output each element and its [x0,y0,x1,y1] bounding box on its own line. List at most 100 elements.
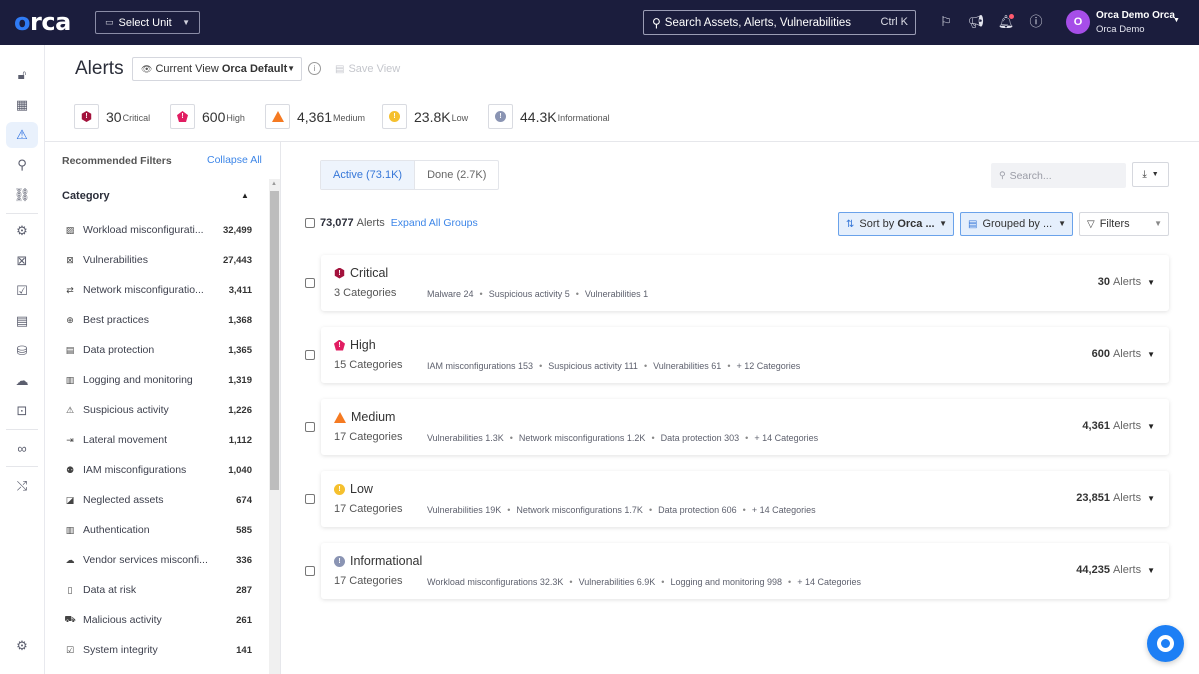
avatar[interactable]: O [1066,10,1090,34]
severity-informational-summary[interactable]: ! 44.3K Informational [488,104,610,129]
group-card[interactable]: Medium 17 Categories Vulnerabilities 1.3… [321,399,1169,455]
nav-reports-icon[interactable]: ▤ [6,308,38,334]
group-checkbox[interactable] [305,278,315,288]
chat-assistant-button[interactable] [1147,625,1184,662]
filter-item[interactable]: ⊕ Best practices 1,368 [64,311,252,329]
severity-medium-summary[interactable]: 4,361 Medium [265,104,365,129]
megaphone-icon[interactable]: 📢︎ [967,13,985,31]
nav-cloud-icon[interactable]: ☁ [6,368,38,394]
group-alert-count[interactable]: 30 Alerts ▼ [1098,276,1155,288]
expand-chevron-icon[interactable]: ▼ [1147,350,1155,359]
low-icon: ! [389,111,400,122]
nav-dashboard-icon[interactable]: ▦ [6,92,38,118]
expand-all-groups-link[interactable]: Expand All Groups [391,217,478,229]
severity-critical-summary[interactable]: ! 30 Critical [74,104,150,129]
expand-chevron-icon[interactable]: ▼ [1147,422,1155,431]
filter-item[interactable]: ▥ Logging and monitoring 1,319 [64,371,252,389]
filter-item[interactable]: ◪ Neglected assets 674 [64,491,252,509]
filter-item[interactable]: ▨ Workload misconfigurati... 32,499 [64,221,252,239]
group-by-dropdown[interactable]: ▤ Grouped by ... ▼ [960,212,1073,236]
tab-active[interactable]: Active (73.1K) [321,161,416,189]
nav-database-icon[interactable]: ⛁ [6,338,38,364]
filter-item[interactable]: ⇄ Network misconfiguratio... 3,411 [64,281,252,299]
low-icon-box: ! [382,104,407,129]
severity-high-summary[interactable]: ! 600 High [170,104,245,129]
filter-item[interactable]: ☁ Vendor services misconfi... 336 [64,551,253,569]
filter-count: 32,499 [222,224,252,236]
export-button[interactable]: ⤓ ▼ [1132,162,1169,187]
group-alert-count[interactable]: 44,235 Alerts ▼ [1076,564,1155,576]
scroll-up-icon[interactable]: ▲ [271,181,277,187]
current-view-dropdown[interactable]: 👁︎ Current View Orca Default ▼ [132,57,302,81]
scrollbar-thumb[interactable] [270,191,279,490]
alerts-search-input[interactable]: ⚲ Search... [991,163,1126,188]
select-all-checkbox[interactable] [305,218,315,228]
nav-integrations-icon[interactable]: ∞ [6,435,38,461]
more-categories-link[interactable]: + 14 Categories [754,433,818,443]
group-count-value: 23,851 [1076,492,1110,504]
save-view-button[interactable]: ▤ Save View [335,63,400,75]
group-checkbox[interactable] [305,566,315,576]
tab-done[interactable]: Done (2.7K) [415,161,498,189]
chevron-up-icon[interactable]: ▲ [241,191,249,200]
expand-chevron-icon[interactable]: ▼ [1147,278,1155,287]
orca-logo[interactable]: orca [14,9,71,35]
more-categories-link[interactable]: + 14 Categories [752,505,816,515]
group-checkbox[interactable] [305,494,315,504]
group-checkbox[interactable] [305,350,315,360]
group-card[interactable]: ! Critical 3 Categories Malware 24 • Suspic… [321,255,1169,311]
nav-automation-icon[interactable]: ⤭ [6,473,38,499]
medium-count: 4,361 [297,108,333,125]
group-row-informational: ! Informational 17 Categories Workload mi… [305,543,1169,599]
group-card[interactable]: ! Informational 17 Categories Workload mi… [321,543,1169,599]
filter-count: 674 [236,494,252,506]
group-card[interactable]: ! Low 17 Categories Vulnerabilities 19K • N… [321,471,1169,527]
filter-count: 141 [236,644,252,656]
expand-chevron-icon[interactable]: ▼ [1147,566,1155,575]
group-alert-count[interactable]: 600 Alerts ▼ [1092,348,1155,360]
group-categories: 3 Categories [334,287,397,299]
filter-item[interactable]: ▯ Data at risk 287 [64,581,252,599]
group-alert-count[interactable]: 23,851 Alerts ▼ [1076,492,1155,504]
filter-item[interactable]: ⛟ Malicious activity 261 [64,611,252,629]
group-alert-count[interactable]: 4,361 Alerts ▼ [1082,420,1155,432]
filter-item[interactable]: ⚠ Suspicious activity 1,226 [64,401,252,419]
nav-alerts-icon[interactable]: ⚠ [6,122,38,148]
nav-search-icon[interactable]: ⚲ [6,152,38,178]
group-card[interactable]: ! High 15 Categories IAM misconfiguration… [321,327,1169,383]
filter-item[interactable]: ⚉ IAM misconfigurations 1,040 [64,461,252,479]
filter-item[interactable]: ☑ System integrity 141 [64,641,252,659]
nav-checklist-icon[interactable]: ☑ [6,278,38,304]
group-checkbox[interactable] [305,422,315,432]
nav-settings-icon[interactable]: ⚙ [6,633,38,659]
nav-identity-icon[interactable]: ⊡ [6,398,38,424]
info-icon[interactable]: i [308,62,321,75]
sort-by-dropdown[interactable]: ⇅ Sort by Orca ... ▼ [838,212,954,236]
collapse-all-link[interactable]: Collapse All [207,154,262,166]
filter-item[interactable]: ▥ Authentication 585 [64,521,252,539]
neglected-assets-icon: ◪ [65,494,75,505]
more-categories-link[interactable]: + 12 Categories [736,361,800,371]
filters-dropdown[interactable]: ▽ Filters ▼ [1079,212,1169,236]
nav-lock-icon[interactable]: 🔓︎ [6,62,38,88]
category-section-title[interactable]: Category [62,190,110,202]
help-icon[interactable]: ⓘ [1027,13,1045,31]
nav-graph-icon[interactable]: ⛓ [6,182,38,208]
informational-icon: ! [334,555,345,567]
iam-icon: ⚉ [65,464,75,475]
filter-item[interactable]: ⊠ Vulnerabilities 27,443 [64,251,252,269]
bell-icon[interactable]: 🔔︎ [997,13,1015,31]
select-unit-dropdown[interactable]: ▭ Select Unit ▼ [95,11,200,34]
user-menu-chevron-icon[interactable]: ▼ [1173,17,1180,24]
more-categories-link[interactable]: + 14 Categories [797,577,861,587]
expand-chevron-icon[interactable]: ▼ [1147,494,1155,503]
severity-low-summary[interactable]: ! 23.8K Low [382,104,468,129]
filter-item[interactable]: ⇥ Lateral movement 1,112 [64,431,252,449]
user-name[interactable]: Orca Demo Orca [1096,10,1175,21]
nav-compliance-icon[interactable]: ⚙ [6,218,38,244]
filter-item[interactable]: ▤ Data protection 1,365 [64,341,252,359]
filters-scrollbar[interactable]: ▲ [269,179,280,674]
nav-vulnerability-icon[interactable]: ⊠ [6,248,38,274]
flag-icon[interactable]: ⚐ [937,13,955,31]
global-search-input[interactable]: ⚲ Search Assets, Alerts, Vulnerabilities… [643,10,916,35]
